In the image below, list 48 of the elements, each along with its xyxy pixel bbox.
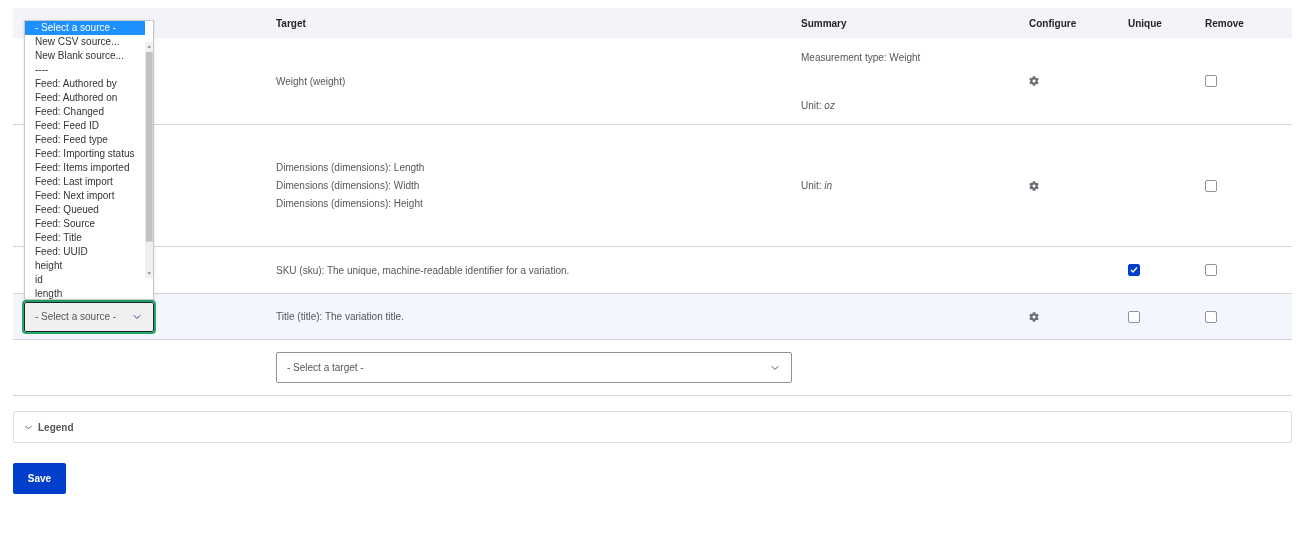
checkbox[interactable]	[1205, 264, 1217, 276]
legend-label: Legend	[38, 420, 74, 435]
checkbox[interactable]	[1205, 75, 1217, 87]
dropdown-option[interactable]: Feed: Feed type	[25, 133, 145, 147]
dropdown-option[interactable]: Feed: Feed ID	[25, 119, 145, 133]
checkbox[interactable]	[1128, 310, 1140, 323]
dropdown-option[interactable]: New Blank source...	[25, 49, 145, 63]
dropdown-option[interactable]: Feed: Title	[25, 231, 145, 245]
column-header: Target	[276, 17, 306, 29]
dropdown-option[interactable]: length	[25, 287, 145, 301]
target-text: Dimensions (dimensions): Width	[276, 179, 421, 193]
column-header: Unique	[1128, 17, 1162, 29]
settings-icon[interactable]	[1029, 76, 1039, 86]
dropdown-option[interactable]: ----	[25, 63, 145, 77]
target-text: Dimensions (dimensions): Height	[276, 197, 424, 211]
column-header: Remove	[1205, 17, 1244, 29]
target-text: Title (title): The variation title.	[276, 310, 405, 324]
summary-text: Measurement type: Weight	[801, 50, 922, 65]
column-header: Configure	[1029, 17, 1077, 29]
dropdown-option[interactable]: Feed: Items imported	[25, 161, 145, 175]
settings-icon[interactable]	[1029, 311, 1039, 322]
dropdown-option[interactable]: New CSV source...	[25, 35, 145, 49]
dropdown-option[interactable]: Feed: Changed	[25, 105, 145, 119]
dropdown-option[interactable]: Feed: Authored on	[25, 91, 145, 105]
dropdown-option[interactable]: id	[25, 273, 145, 287]
source-select[interactable]: - Select a source -	[24, 301, 154, 332]
target-text: Dimensions (dimensions): Length	[276, 161, 426, 175]
checkbox[interactable]	[1205, 179, 1217, 192]
dropdown-option[interactable]: height	[25, 259, 145, 273]
legend-panel[interactable]: Legend	[13, 411, 1292, 443]
dropdown-option[interactable]: Feed: Authored by	[25, 77, 145, 91]
dropdown-option[interactable]: Feed: Last import	[25, 175, 145, 189]
dropdown-option[interactable]: Feed: Source	[25, 217, 145, 231]
save-button[interactable]: Save	[13, 463, 66, 494]
summary-text: Unit: oz	[801, 98, 836, 113]
dropdown-option[interactable]: Feed: Next import	[25, 189, 145, 203]
dropdown-option[interactable]: Feed: Queued	[25, 203, 145, 217]
dropdown-option[interactable]: Feed: Importing status	[25, 147, 145, 161]
settings-icon[interactable]	[1029, 180, 1039, 191]
summary-text: Unit: in	[801, 179, 834, 193]
checkbox[interactable]	[1205, 310, 1217, 323]
target-text: Weight (weight)	[276, 74, 347, 89]
checkbox[interactable]	[1128, 264, 1140, 276]
dropdown-option[interactable]: Feed: UUID	[25, 245, 145, 259]
target-text: SKU (sku): The unique, machine-readable identifier for a variation.	[276, 263, 571, 278]
column-header: Summary	[801, 17, 847, 29]
check-icon	[1130, 266, 1138, 274]
target-select[interactable]: - Select a target -	[276, 352, 792, 383]
